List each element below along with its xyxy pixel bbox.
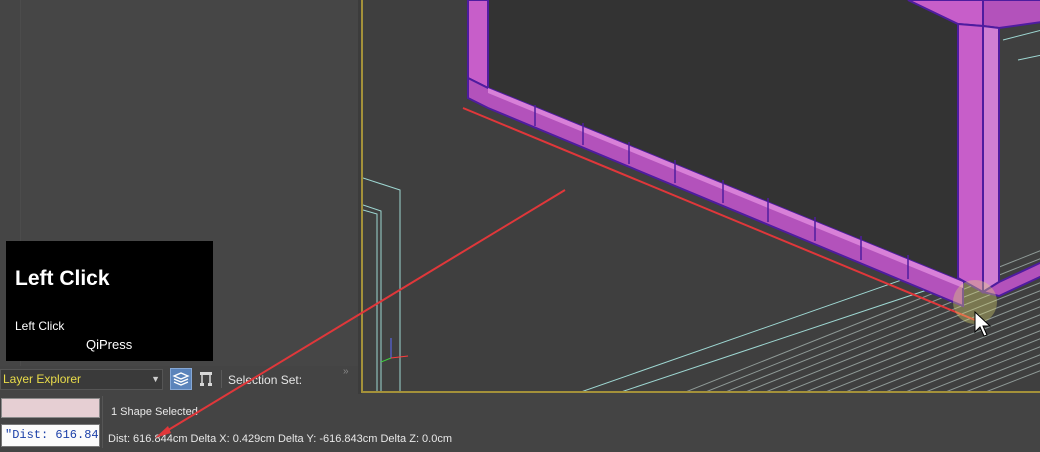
hierarchy-icon[interactable] (195, 368, 217, 390)
layer-explorer-dropdown[interactable]: Layer Explorer ▼ (0, 369, 163, 390)
status-divider (102, 396, 103, 448)
axis-gizmo (380, 338, 409, 363)
toolbar-divider (221, 370, 222, 388)
expand-arrows-icon[interactable]: » (343, 366, 349, 377)
status-bar: "Dist: 616.844 1 Shape Selected Dist: 61… (0, 394, 1040, 452)
viewport-scene (363, 0, 1040, 391)
chevron-down-icon: ▼ (151, 374, 160, 384)
measure-prompt: Dist: 616.844cm Delta X: 0.429cm Delta Y… (108, 433, 453, 445)
layers-icon[interactable] (170, 368, 192, 390)
selection-status: 1 Shape Selected (111, 406, 198, 418)
wall-column-left (467, 0, 489, 90)
viewport-perspective[interactable] (361, 0, 1040, 393)
explorer-toolbar: Layer Explorer ▼ Selection Set: » (0, 366, 358, 393)
layer-explorer-label: Layer Explorer (3, 372, 82, 386)
overlay-brand: QiPress (86, 337, 133, 352)
overlay-action: Left Click (15, 319, 65, 333)
wall-back-plane (488, 0, 963, 282)
overlay-title: Left Click (15, 267, 110, 290)
maxscript-input[interactable]: "Dist: 616.844 (1, 424, 100, 447)
click-overlay: Left Click Left Click QiPress (6, 241, 213, 361)
maxscript-listener-swatch[interactable] (1, 398, 100, 418)
selection-set-label: Selection Set: (228, 373, 303, 387)
